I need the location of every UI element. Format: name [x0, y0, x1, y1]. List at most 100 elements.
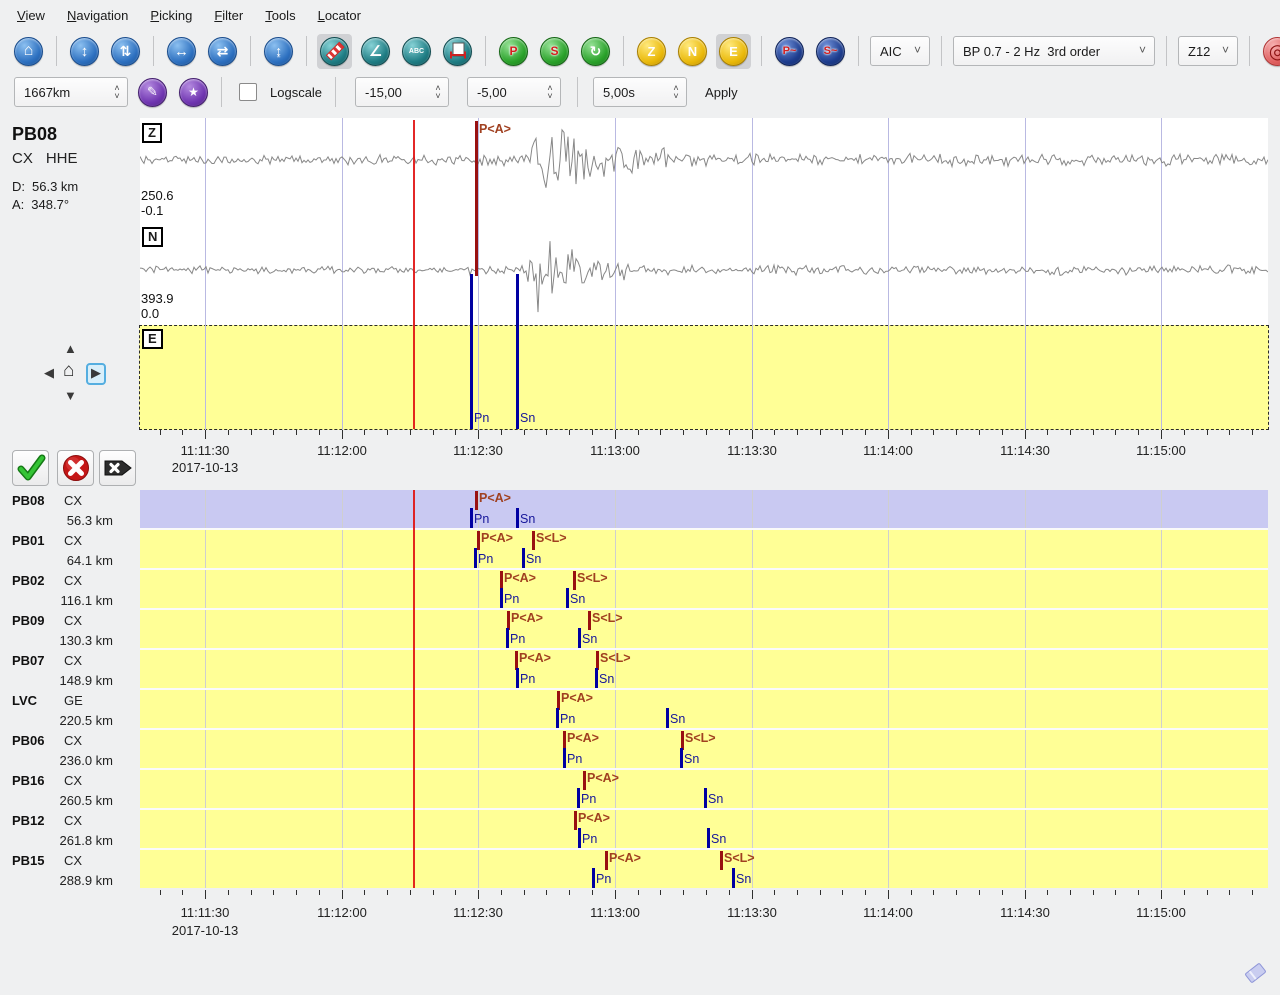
axis-tick-label: 11:12:30 [433, 443, 523, 458]
pick-label-blue: Sn [570, 592, 585, 606]
axis-tick-major [1025, 890, 1026, 899]
compress-time-button[interactable]: ⇄ [205, 34, 240, 69]
axis-tick-major [478, 890, 479, 899]
skip-arrow-icon [102, 453, 134, 483]
station-track-PB12[interactable]: P<A>PnSn [140, 810, 1268, 848]
pick-line-red [605, 851, 608, 870]
axis-tick-minor [251, 430, 252, 435]
seismogram-traces [140, 118, 1268, 430]
station-row-distance: 64.1 km [0, 553, 113, 568]
home-view-icon[interactable]: ⌂ [63, 360, 74, 382]
menu-navigation[interactable]: Navigation [56, 3, 139, 28]
angle-tool-button[interactable]: ∠ [358, 34, 393, 69]
spinner-arrows-icon[interactable]: ˄˅ [428, 78, 448, 106]
relocate-button[interactable]: ◎ [1260, 34, 1280, 69]
ruler-picker-button[interactable] [317, 34, 352, 69]
pick-label-red: S<L> [724, 851, 755, 865]
spinner-arrows-icon[interactable]: ˄˅ [107, 78, 127, 106]
filter-select[interactable]: BP 0.7 - 2 Hz 3rd order˅ [953, 36, 1155, 66]
station-track-PB15[interactable]: P<A>S<L>PnSn [140, 850, 1268, 888]
pick-line-blue [578, 628, 581, 648]
compress-amplitude-button[interactable]: ⇅ [108, 34, 143, 69]
station-track-PB16[interactable]: P<A>PnSn [140, 770, 1268, 808]
pan-up-icon[interactable]: ▲ [64, 341, 77, 356]
menu-filter[interactable]: Filter [203, 3, 254, 28]
axis-tick-minor [364, 890, 365, 895]
pick-line-blue [592, 868, 595, 888]
station-track-PB08[interactable]: P<A>PnSn [140, 490, 1268, 528]
expand-time-button[interactable]: ↔ [164, 34, 199, 69]
track-gridline [342, 530, 343, 568]
marker-tool-button[interactable]: ★ [176, 75, 211, 110]
picker-algorithm-select[interactable]: AIC˅ [870, 36, 930, 66]
pencil-tool-button[interactable]: ✎ [135, 75, 170, 110]
apply-button[interactable]: Apply [699, 85, 744, 100]
pick-line-blue [556, 708, 559, 728]
logscale-checkbox[interactable] [239, 83, 257, 101]
pick-label-blue: Pn [520, 672, 535, 686]
track-gridline [888, 530, 889, 568]
measure-window-button[interactable] [440, 34, 475, 69]
track-gridline [1025, 850, 1026, 888]
axis-tick-minor [683, 430, 684, 435]
spinner-arrows-icon[interactable]: ˄˅ [666, 78, 686, 106]
origin-time-line [413, 120, 415, 429]
rotation-select-value: Z12 [1179, 44, 1220, 59]
pick-s-button[interactable]: S [537, 34, 572, 69]
station-track-PB09[interactable]: P<A>S<L>PnSn [140, 610, 1268, 648]
posttime-spinbox[interactable]: -5,00 ˄˅ [467, 77, 561, 107]
list-origin-time-line [413, 490, 415, 888]
station-track-PB07[interactable]: P<A>S<L>PnSn [140, 650, 1268, 688]
spinner-arrows-icon[interactable]: ˄˅ [540, 78, 560, 106]
confirm-button[interactable] [12, 450, 49, 486]
station-track-LVC[interactable]: P<A>PnSn [140, 690, 1268, 728]
scale-amplitude-button[interactable]: ↨ [261, 34, 296, 69]
pick-label-blue: Sn [670, 712, 685, 726]
axis-tick-minor [1070, 890, 1071, 895]
predicted-p-button[interactable]: P~ [772, 34, 807, 69]
axis-tick-minor [979, 890, 980, 895]
component-n-button-button[interactable]: N [675, 34, 710, 69]
axis-tick-minor [729, 890, 730, 895]
track-gridline [342, 490, 343, 528]
expand-amplitude-button[interactable]: ↕ [67, 34, 102, 69]
rotation-select[interactable]: Z12˅ [1178, 36, 1238, 66]
text-abc-icon: ABC [402, 37, 431, 66]
axis-tick-label: 11:14:00 [843, 443, 933, 458]
component-z-button-button[interactable]: Z [634, 34, 669, 69]
menu-tools[interactable]: Tools [254, 3, 306, 28]
menu-view[interactable]: View [6, 3, 56, 28]
pan-left-icon[interactable]: ◀ [44, 365, 54, 381]
theoretical-pick-label: Pn [474, 411, 489, 425]
axis-tick-minor [433, 890, 434, 895]
track-gridline [888, 650, 889, 688]
reject-button[interactable] [57, 450, 94, 486]
skip-next-button[interactable] [99, 450, 136, 486]
pick-p-button[interactable]: P [496, 34, 531, 69]
pan-right-button[interactable]: ▶ [86, 363, 106, 385]
axis-tick-minor [1047, 890, 1048, 895]
waveform-plot[interactable]: Z N E 250.6 -0.1 393.9 0.0 P<A>PnSn [140, 118, 1268, 430]
pretime-spinbox[interactable]: -15,00 ˄˅ [355, 77, 449, 107]
menu-locator[interactable]: Locator [307, 3, 372, 28]
station-track-PB06[interactable]: P<A>S<L>PnSn [140, 730, 1268, 768]
pan-down-icon[interactable]: ▼ [64, 388, 77, 403]
axis-tick-minor [1229, 430, 1230, 435]
station-row-distance: 56.3 km [0, 513, 113, 528]
home-button[interactable]: ⌂ [11, 34, 46, 69]
duration-spinbox[interactable]: 5,00s ˄˅ [593, 77, 687, 107]
predicted-s-button[interactable]: S~ [813, 34, 848, 69]
text-abc-button[interactable]: ABC [399, 34, 434, 69]
axis-tick-minor [569, 430, 570, 435]
station-track-PB01[interactable]: P<A>S<L>PnSn [140, 530, 1268, 568]
pick-line-blue [566, 588, 569, 608]
component-e-button-button[interactable]: E [716, 34, 751, 69]
auto-advance-button[interactable]: ↻ [578, 34, 613, 69]
distance-spinbox[interactable]: 1667km ˄˅ [14, 77, 128, 107]
track-gridline [205, 530, 206, 568]
station-track-PB02[interactable]: P<A>S<L>PnSn [140, 570, 1268, 608]
pick-line-blue [680, 748, 683, 768]
menu-picking[interactable]: Picking [139, 3, 203, 28]
pick-line-red [573, 571, 576, 590]
track-gridline [205, 810, 206, 848]
